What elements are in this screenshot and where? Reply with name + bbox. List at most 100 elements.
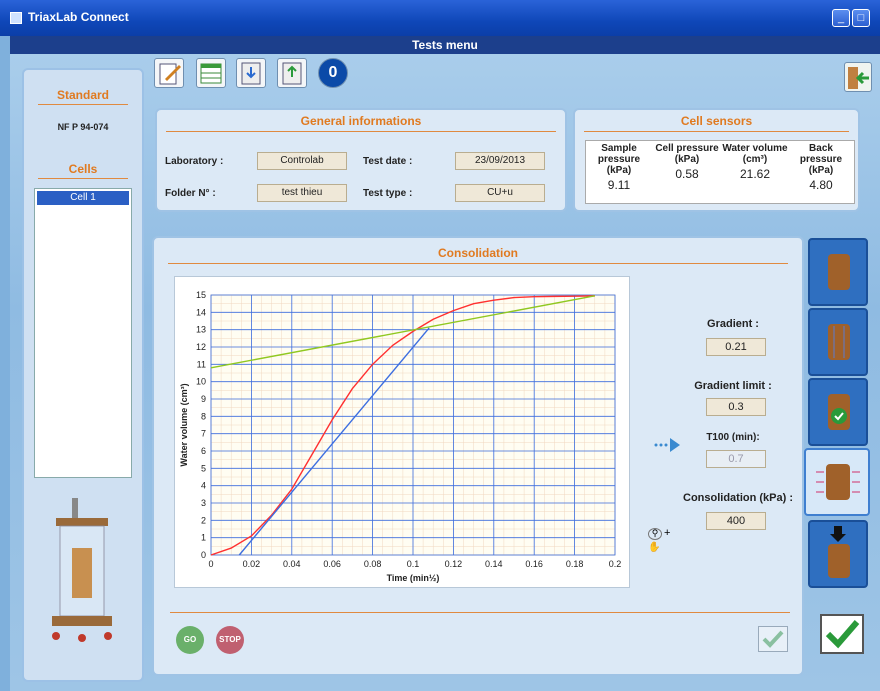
zoom-in-icon[interactable]: + (664, 527, 670, 539)
window-title: TriaxLab Connect (28, 10, 129, 24)
check-icon (762, 630, 784, 648)
general-info-panel: General informations Laboratory : Contro… (155, 108, 567, 212)
x-tick-label: 0.06 (323, 559, 341, 569)
shear-cylinder-icon (828, 526, 850, 578)
go-label: GO (183, 635, 197, 644)
x-tick-label: 0.2 (609, 559, 622, 569)
go-button[interactable]: GO (176, 626, 204, 654)
finish-button[interactable] (820, 614, 864, 654)
table-button[interactable] (196, 58, 226, 88)
consolidation-kpa-field[interactable]: 400 (706, 512, 766, 530)
folder-label: Folder N° : (165, 188, 216, 199)
test-date-label: Test date : (363, 156, 413, 167)
sensor-sample-pressure: Sample pressure (kPa) 9.11 (597, 143, 641, 192)
cell-sensors-panel: Cell sensors Sample pressure (kPa) 9.11 C… (573, 108, 860, 212)
exit-button[interactable] (844, 62, 872, 92)
tests-menu-bar[interactable]: Tests menu (10, 36, 880, 54)
consolidation-cylinder-icon (816, 464, 860, 500)
load-icon (282, 62, 302, 85)
cell-sensors-title: Cell sensors (680, 114, 753, 128)
table-icon (200, 63, 222, 84)
sample-cylinder-icon (828, 254, 850, 290)
t100-label: T100 (min): (706, 432, 760, 443)
x-tick-label: 0.14 (485, 559, 503, 569)
gradient-limit-field[interactable]: 0.3 (706, 398, 766, 416)
cells-label: Cells (68, 162, 98, 176)
folder-field[interactable]: test thieu (257, 184, 347, 202)
title-bar: TriaxLab Connect _ □ (0, 0, 880, 36)
edit-icon (159, 63, 181, 85)
y-tick-label: 8 (201, 411, 206, 421)
sensor-table: Sample pressure (kPa) 9.11 Cell pressure … (585, 140, 855, 204)
y-tick-label: 15 (196, 290, 206, 300)
y-tick-label: 3 (201, 498, 206, 508)
zoom-icon[interactable]: ⚲ (648, 528, 662, 540)
y-axis-label: Water volume (cm³) (179, 383, 189, 466)
left-panel: Standard NF P 94-074 Cells Cell 1 (22, 68, 144, 682)
y-tick-label: 10 (196, 377, 206, 387)
laboratory-field[interactable]: Controlab (257, 152, 347, 170)
zero-icon: 0 (328, 64, 338, 81)
x-tick-label: 0.18 (566, 559, 584, 569)
step-check-button[interactable] (808, 378, 868, 446)
y-tick-label: 13 (196, 325, 206, 335)
save-icon (241, 62, 261, 85)
x-tick-label: 0.02 (243, 559, 261, 569)
sensor-back-pressure: Back pressure (kPa) 4.80 (799, 143, 843, 192)
standard-label: Standard (56, 88, 109, 102)
minimize-button[interactable]: _ (832, 9, 850, 27)
test-type-label: Test type : (363, 188, 413, 199)
y-tick-label: 5 (201, 463, 206, 473)
load-button[interactable] (277, 58, 307, 88)
standard-value: NF P 94-074 (57, 122, 109, 132)
sensor-cell-pressure: Cell pressure (kPa) 0.58 (655, 143, 719, 181)
t100-field: 0.7 (706, 450, 766, 468)
test-type-field[interactable]: CU+u (455, 184, 545, 202)
y-tick-label: 0 (201, 550, 206, 560)
x-tick-label: 0.12 (445, 559, 463, 569)
stop-label: STOP (219, 635, 241, 644)
consolidation-kpa-label: Consolidation (kPa) : (683, 492, 793, 504)
edit-button[interactable] (154, 58, 184, 88)
big-check-icon (825, 620, 860, 649)
sensor-water-volume: Water volume (cm³) 21.62 (722, 143, 788, 181)
step-sample-button[interactable] (808, 238, 868, 306)
x-tick-label: 0.1 (407, 559, 420, 569)
test-date-field[interactable]: 23/09/2013 (455, 152, 545, 170)
save-button[interactable] (236, 58, 266, 88)
x-tick-label: 0.04 (283, 559, 301, 569)
gradient-field: 0.21 (706, 338, 766, 356)
triaxial-cell-icon (52, 498, 112, 642)
step-consolidation-button[interactable] (804, 448, 870, 516)
list-item[interactable]: Cell 1 (37, 191, 129, 205)
chart-svg: 0 0.02 0.04 0.06 0.08 0.1 0.12 0.14 0.16 0.18 0.2 0… (179, 290, 622, 583)
gradient-label: Gradient : (707, 318, 759, 330)
validate-button[interactable] (758, 626, 788, 652)
saturation-cylinder-icon (828, 324, 850, 360)
zero-button[interactable]: 0 (318, 58, 348, 88)
gradient-limit-label: Gradient limit : (694, 380, 772, 392)
x-tick-label: 0.08 (364, 559, 382, 569)
pan-hand-icon[interactable]: ✋ (648, 542, 660, 553)
y-tick-label: 11 (197, 359, 206, 369)
x-axis-label: Time (min½) (387, 573, 440, 583)
general-info-title: General informations (300, 114, 422, 128)
y-tick-label: 7 (201, 429, 206, 439)
maximize-button[interactable]: □ (852, 9, 870, 27)
stop-button[interactable]: STOP (216, 626, 244, 654)
y-tick-label: 9 (201, 394, 206, 404)
checked-cylinder-icon (828, 394, 850, 430)
consolidation-panel: Consolidation 0 0.02 0.04 0.06 0.08 0.1 0.12 0.… (152, 236, 804, 676)
y-tick-label: 6 (201, 446, 206, 456)
y-tick-label: 4 (201, 481, 206, 491)
step-saturation-button[interactable] (808, 308, 868, 376)
y-tick-label: 14 (196, 307, 206, 317)
x-tick-label: 0.16 (525, 559, 543, 569)
consolidation-title: Consolidation (438, 246, 518, 260)
laboratory-label: Laboratory : (165, 156, 224, 167)
exit-icon (848, 67, 869, 89)
app-icon (10, 12, 22, 24)
y-tick-label: 1 (201, 533, 206, 543)
cells-list[interactable]: Cell 1 (34, 188, 132, 478)
step-shear-button[interactable] (808, 520, 868, 588)
